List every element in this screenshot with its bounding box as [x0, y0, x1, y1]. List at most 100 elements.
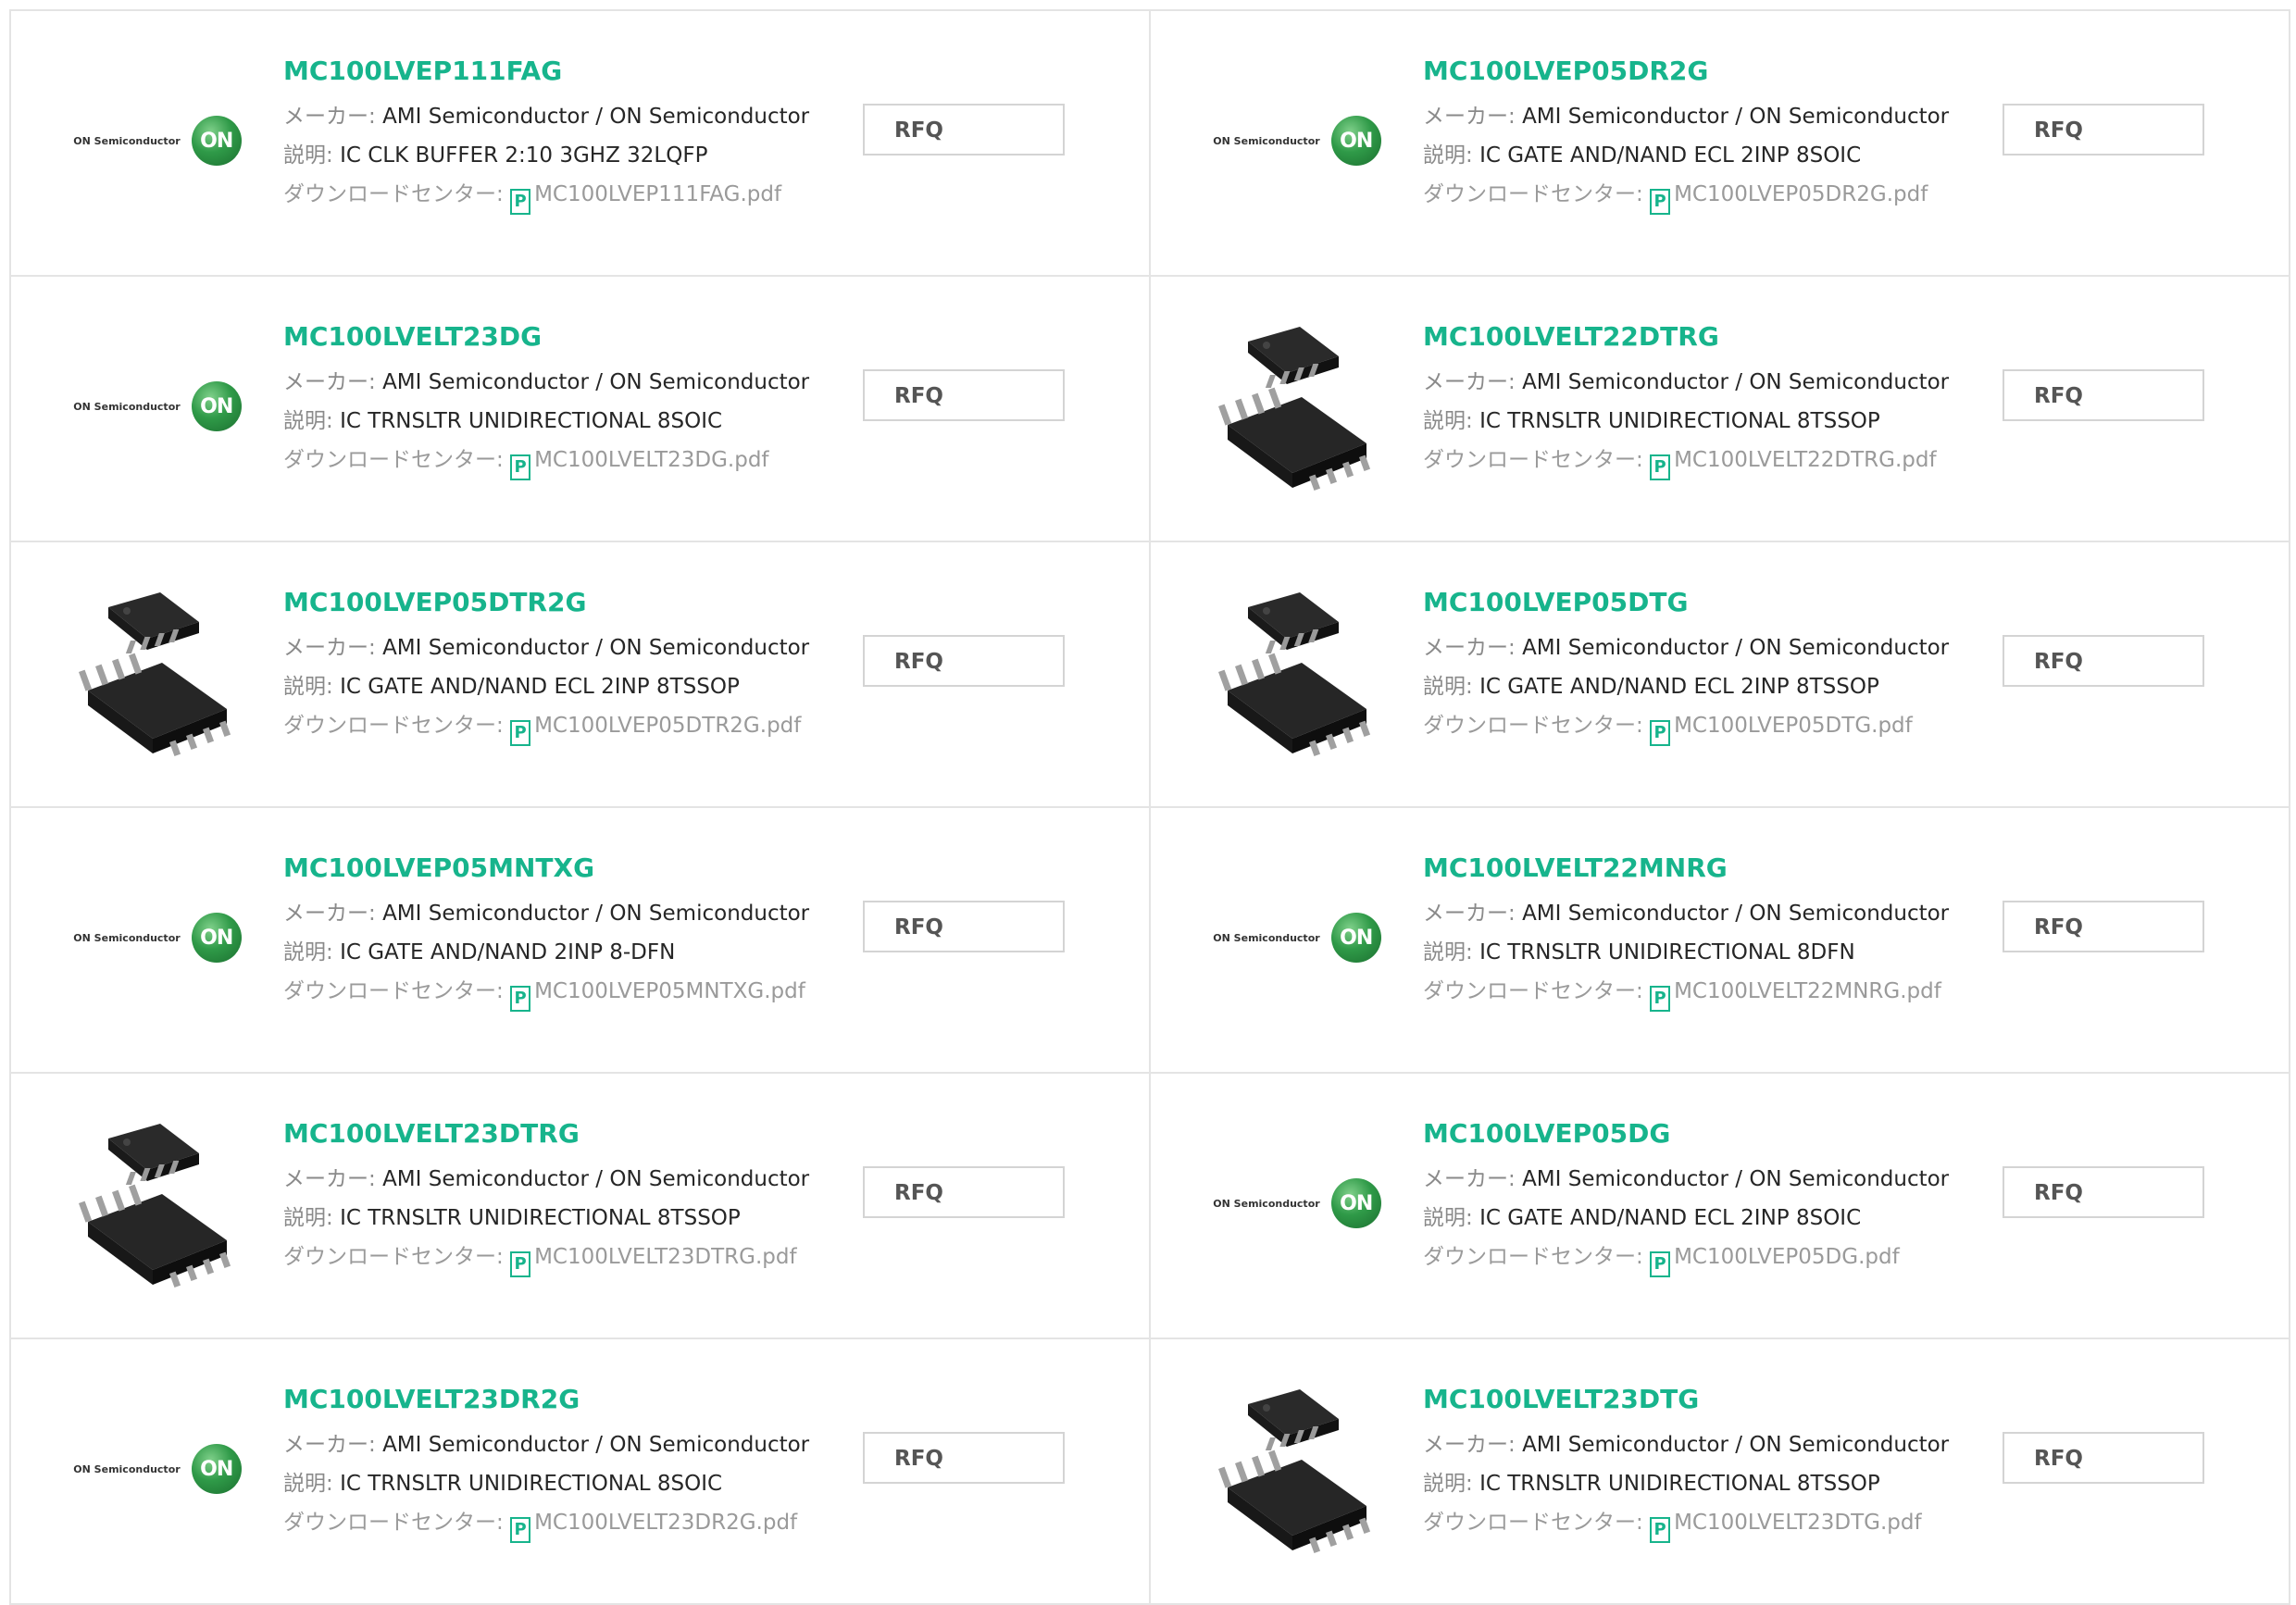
- pdf-download-link[interactable]: MC100LVELT23DTRG.pdf: [534, 1245, 797, 1269]
- part-number-link[interactable]: MC100LVEP05MNTXG: [283, 852, 820, 883]
- part-number-link[interactable]: MC100LVEP05DTR2G: [283, 587, 820, 617]
- description-value: IC TRNSLTR UNIDIRECTIONAL 8SOIC: [340, 1472, 723, 1496]
- download-line: ダウンロードセンター: P MC100LVELT23DTG.pdf: [1423, 1503, 1960, 1543]
- pdf-icon[interactable]: P: [1650, 454, 1671, 480]
- rfq-button[interactable]: RFQ: [863, 104, 1065, 156]
- product-info: MC100LVEP05MNTXG メーカー: AMI Semiconductor…: [283, 852, 820, 1012]
- pdf-download-link[interactable]: MC100LVEP05MNTXG.pdf: [534, 979, 805, 1003]
- maker-label: メーカー:: [283, 1167, 383, 1191]
- maker-line: メーカー: AMI Semiconductor / ON Semiconduct…: [1423, 1425, 1960, 1464]
- product-thumbnail[interactable]: [1195, 314, 1399, 499]
- pdf-download-link[interactable]: MC100LVELT23DTG.pdf: [1674, 1511, 1922, 1535]
- download-line: ダウンロードセンター: P MC100LVEP111FAG.pdf: [283, 175, 820, 215]
- product-card: ON Semiconductor ON MC100LVEP05DG メーカー: …: [1151, 1074, 2290, 1339]
- maker-line: メーカー: AMI Semiconductor / ON Semiconduct…: [283, 363, 820, 402]
- rfq-button[interactable]: RFQ: [2003, 635, 2204, 687]
- rfq-button[interactable]: RFQ: [2003, 1166, 2204, 1218]
- pdf-download-link[interactable]: MC100LVEP05DG.pdf: [1674, 1245, 1900, 1269]
- product-info: MC100LVEP111FAG メーカー: AMI Semiconductor …: [283, 56, 820, 215]
- chip-front-package: [1217, 387, 1371, 491]
- maker-value: AMI Semiconductor / ON Semiconductor: [1522, 1167, 1950, 1191]
- product-card: ON Semiconductor ON MC100LVEP05DR2G メーカー…: [1151, 11, 2290, 277]
- pdf-icon[interactable]: P: [1650, 1251, 1671, 1277]
- pdf-icon[interactable]: P: [510, 1251, 531, 1277]
- pdf-icon[interactable]: P: [510, 454, 531, 480]
- rfq-button[interactable]: RFQ: [2003, 104, 2204, 156]
- description-line: 説明: IC GATE AND/NAND ECL 2INP 8SOIC: [1423, 1199, 1960, 1238]
- pdf-icon[interactable]: P: [1650, 986, 1671, 1012]
- part-number-link[interactable]: MC100LVELT22DTRG: [1423, 321, 1960, 352]
- rfq-button[interactable]: RFQ: [863, 635, 1065, 687]
- pdf-icon[interactable]: P: [510, 986, 531, 1012]
- product-card: MC100LVELT23DTG メーカー: AMI Semiconductor …: [1151, 1339, 2290, 1605]
- description-label: 説明:: [283, 143, 341, 168]
- part-number-link[interactable]: MC100LVEP111FAG: [283, 56, 820, 86]
- on-semiconductor-logo: ON Semiconductor ON: [73, 913, 242, 963]
- description-line: 説明: IC GATE AND/NAND ECL 2INP 8SOIC: [1423, 136, 1960, 175]
- pdf-icon[interactable]: P: [1650, 720, 1671, 746]
- product-info: MC100LVELT23DTRG メーカー: AMI Semiconductor…: [283, 1118, 820, 1277]
- logo-brand-text: ON Semiconductor: [1213, 931, 1320, 944]
- pdf-icon[interactable]: P: [510, 1517, 531, 1543]
- product-card: MC100LVELT23DTRG メーカー: AMI Semiconductor…: [11, 1074, 1151, 1339]
- product-card: ON Semiconductor ON MC100LVELT23DR2G メーカ…: [11, 1339, 1151, 1605]
- maker-line: メーカー: AMI Semiconductor / ON Semiconduct…: [283, 628, 820, 667]
- part-number-link[interactable]: MC100LVEP05DTG: [1423, 587, 1960, 617]
- rfq-button[interactable]: RFQ: [863, 369, 1065, 421]
- product-thumbnail[interactable]: ON Semiconductor ON: [56, 48, 259, 233]
- description-line: 説明: IC CLK BUFFER 2:10 3GHZ 32LQFP: [283, 136, 820, 175]
- pdf-icon[interactable]: P: [510, 720, 531, 746]
- product-thumbnail[interactable]: [56, 1111, 259, 1296]
- part-number-link[interactable]: MC100LVELT22MNRG: [1423, 852, 1960, 883]
- on-logo-circle-icon: ON: [191, 381, 242, 431]
- product-thumbnail[interactable]: ON Semiconductor ON: [1195, 845, 1399, 1030]
- rfq-button[interactable]: RFQ: [2003, 369, 2204, 421]
- description-value: IC GATE AND/NAND ECL 2INP 8SOIC: [1479, 1206, 1862, 1230]
- chip-package-image: [1217, 327, 1371, 491]
- product-thumbnail[interactable]: [1195, 579, 1399, 765]
- product-thumbnail[interactable]: [56, 579, 259, 765]
- download-line: ダウンロードセンター: P MC100LVELT23DTRG.pdf: [283, 1238, 820, 1277]
- part-number-link[interactable]: MC100LVEP05DG: [1423, 1118, 1960, 1149]
- rfq-button[interactable]: RFQ: [863, 901, 1065, 952]
- description-label: 説明:: [283, 1206, 341, 1230]
- pdf-download-link[interactable]: MC100LVEP05DR2G.pdf: [1674, 182, 1928, 206]
- description-label: 説明:: [283, 940, 341, 964]
- product-thumbnail[interactable]: ON Semiconductor ON: [1195, 48, 1399, 233]
- pdf-icon[interactable]: P: [1650, 189, 1671, 215]
- product-thumbnail[interactable]: ON Semiconductor ON: [56, 1376, 259, 1561]
- pdf-download-link[interactable]: MC100LVEP05DTR2G.pdf: [534, 714, 801, 738]
- pdf-icon[interactable]: P: [1650, 1517, 1671, 1543]
- part-number-link[interactable]: MC100LVELT23DTRG: [283, 1118, 820, 1149]
- logo-brand-text: ON Semiconductor: [1213, 134, 1320, 147]
- pdf-download-link[interactable]: MC100LVELT23DR2G.pdf: [534, 1511, 797, 1535]
- pdf-download-link[interactable]: MC100LVEP05DTG.pdf: [1674, 714, 1913, 738]
- pdf-download-link[interactable]: MC100LVELT22MNRG.pdf: [1674, 979, 1941, 1003]
- product-thumbnail[interactable]: ON Semiconductor ON: [56, 845, 259, 1030]
- product-info: MC100LVELT23DR2G メーカー: AMI Semiconductor…: [283, 1384, 820, 1543]
- pdf-download-link[interactable]: MC100LVELT22DTRG.pdf: [1674, 448, 1937, 472]
- product-thumbnail[interactable]: ON Semiconductor ON: [1195, 1111, 1399, 1296]
- rfq-button[interactable]: RFQ: [863, 1166, 1065, 1218]
- rfq-button[interactable]: RFQ: [863, 1432, 1065, 1484]
- chip-rear-package: [108, 592, 199, 653]
- description-label: 説明:: [1423, 1472, 1480, 1496]
- on-logo-circle-icon: ON: [191, 1444, 242, 1494]
- rfq-button[interactable]: RFQ: [2003, 1432, 2204, 1484]
- rfq-button[interactable]: RFQ: [2003, 901, 2204, 952]
- description-value: IC GATE AND/NAND ECL 2INP 8TSSOP: [340, 675, 740, 699]
- pdf-download-link[interactable]: MC100LVELT23DG.pdf: [534, 448, 768, 472]
- description-label: 説明:: [283, 409, 341, 433]
- part-number-link[interactable]: MC100LVELT23DG: [283, 321, 820, 352]
- maker-value: AMI Semiconductor / ON Semiconductor: [1522, 1433, 1950, 1457]
- product-thumbnail[interactable]: ON Semiconductor ON: [56, 314, 259, 499]
- maker-line: メーカー: AMI Semiconductor / ON Semiconduct…: [283, 894, 820, 933]
- product-thumbnail[interactable]: [1195, 1376, 1399, 1561]
- maker-label: メーカー:: [1423, 902, 1523, 926]
- pdf-download-link[interactable]: MC100LVEP111FAG.pdf: [534, 182, 781, 206]
- part-number-link[interactable]: MC100LVEP05DR2G: [1423, 56, 1960, 86]
- pdf-icon[interactable]: P: [510, 189, 531, 215]
- part-number-link[interactable]: MC100LVELT23DR2G: [283, 1384, 820, 1414]
- chip-front-package: [1217, 653, 1371, 757]
- part-number-link[interactable]: MC100LVELT23DTG: [1423, 1384, 1960, 1414]
